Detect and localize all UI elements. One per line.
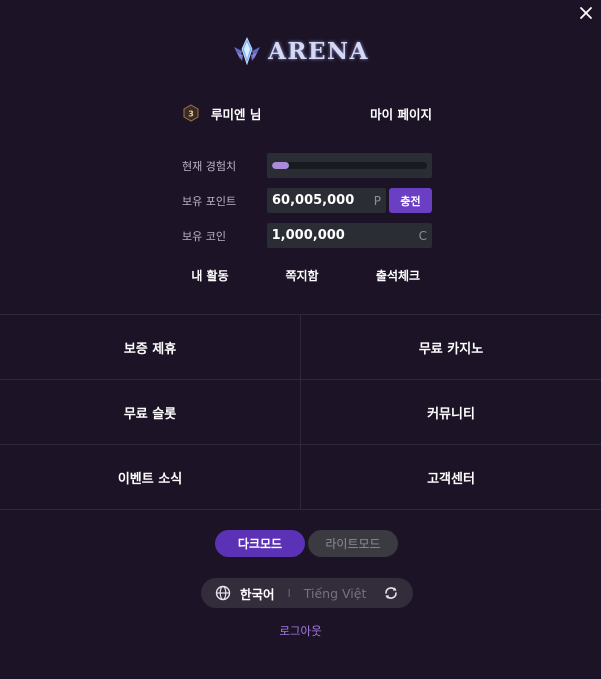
language-korean[interactable]: 한국어 xyxy=(240,584,275,603)
points-row: 보유 포인트 60,005,000 P 충전 xyxy=(182,188,432,213)
arena-logo[interactable]: ARENA xyxy=(0,37,601,65)
points-value: 60,005,000 xyxy=(272,193,355,208)
globe-icon xyxy=(215,585,231,601)
quick-links: 내 활동 쪽지함 출석체크 xyxy=(0,267,601,285)
crystal-emblem-icon xyxy=(234,37,261,65)
menu-community[interactable]: 커뮤니티 xyxy=(300,380,601,444)
coins-box: 1,000,000 C xyxy=(266,223,432,248)
menu-guarantee-partner[interactable]: 보증 제휴 xyxy=(0,315,300,379)
menu-row: 무료 슬롯 커뮤니티 xyxy=(0,380,601,445)
points-box: 60,005,000 P xyxy=(267,188,386,213)
menu-event-news[interactable]: 이벤트 소식 xyxy=(0,445,300,509)
menu-free-slot[interactable]: 무료 슬롯 xyxy=(0,380,300,444)
level-number: 3 xyxy=(188,110,194,119)
points-unit: P xyxy=(373,193,381,208)
close-icon[interactable] xyxy=(579,6,593,20)
menu-grid: 보증 제휴 무료 카지노 무료 슬롯 커뮤니티 이벤트 소식 고객센터 xyxy=(0,314,601,510)
xp-progress-fill xyxy=(271,162,289,169)
messages-link[interactable]: 쪽지함 xyxy=(285,267,318,284)
language-selector: 한국어 I Tiếng Việt xyxy=(201,578,413,608)
logout-link[interactable]: 로그아웃 xyxy=(0,623,601,639)
menu-customer-center[interactable]: 고객센터 xyxy=(300,445,601,509)
menu-free-casino[interactable]: 무료 카지노 xyxy=(300,315,601,379)
language-separator: I xyxy=(287,586,291,600)
coins-row: 보유 코인 1,000,000 C xyxy=(182,223,432,248)
light-mode-button[interactable]: 라이트모드 xyxy=(308,530,398,557)
coins-label: 보유 코인 xyxy=(182,229,226,243)
menu-row: 이벤트 소식 고객센터 xyxy=(0,445,601,510)
menu-row: 보증 제휴 무료 카지노 xyxy=(0,315,601,380)
level-badge-icon: 3 xyxy=(183,104,199,122)
my-activity-link[interactable]: 내 활동 xyxy=(191,267,228,284)
coins-value: 1,000,000 xyxy=(271,228,345,243)
xp-label: 현재 경험치 xyxy=(182,159,237,173)
charge-button[interactable]: 충전 xyxy=(389,188,432,213)
xp-progress-bar xyxy=(271,162,427,169)
mypage-link[interactable]: 마이 페이지 xyxy=(370,104,432,123)
attendance-link[interactable]: 출석체크 xyxy=(376,267,420,284)
profile-row: 3 루미엔 님 마이 페이지 xyxy=(182,103,432,123)
points-label: 보유 포인트 xyxy=(182,194,237,208)
dark-mode-button[interactable]: 다크모드 xyxy=(215,530,305,557)
xp-box xyxy=(266,153,432,178)
xp-row: 현재 경험치 xyxy=(182,153,432,178)
theme-toggle: 다크모드 라이트모드 xyxy=(215,530,398,558)
logo-text: ARENA xyxy=(268,37,369,65)
refresh-icon[interactable] xyxy=(383,585,399,601)
username: 루미엔 님 xyxy=(211,106,262,122)
language-vietnamese[interactable]: Tiếng Việt xyxy=(304,586,367,601)
coins-unit: C xyxy=(418,228,427,243)
